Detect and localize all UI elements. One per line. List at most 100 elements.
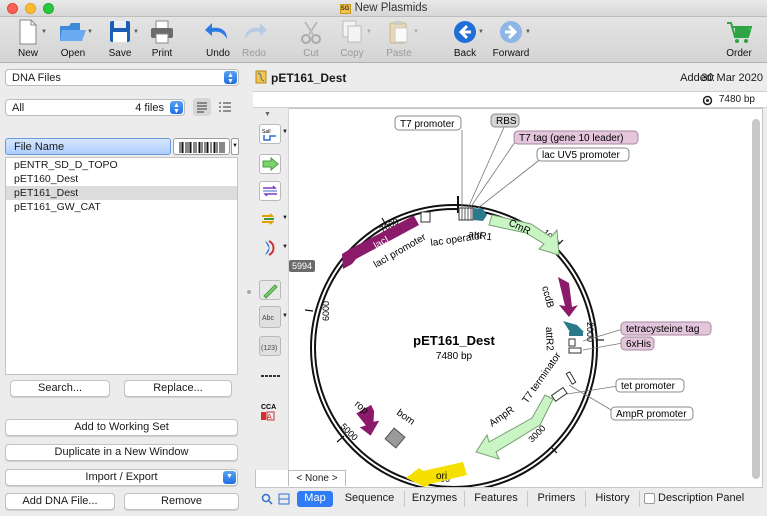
- cut-button[interactable]: Cut: [290, 19, 332, 59]
- sequence-length: 7480 bp: [718, 94, 755, 105]
- search-button[interactable]: Search...: [10, 380, 110, 397]
- new-caret-icon[interactable]: ▼: [41, 29, 47, 35]
- forward-caret-icon[interactable]: ▼: [525, 29, 531, 35]
- tab-history[interactable]: History: [586, 491, 640, 507]
- replace-button[interactable]: Replace...: [124, 380, 232, 397]
- add-to-working-set-button[interactable]: Add to Working Set: [5, 419, 238, 436]
- attr1-feature[interactable]: [473, 208, 487, 221]
- orf-tool-caret-icon[interactable]: ▼: [282, 215, 288, 221]
- ccdb-feature[interactable]: [558, 277, 578, 317]
- import-export-select[interactable]: Import / Export ▼: [5, 469, 238, 486]
- split-view-icon[interactable]: [278, 493, 290, 505]
- undo-arrow-icon: [205, 23, 227, 39]
- restriction-tool-caret-icon[interactable]: ▼: [282, 129, 288, 135]
- redo-button[interactable]: Redo: [233, 19, 275, 59]
- numbers-icon: (123): [261, 345, 277, 352]
- callout-ampr-promoter[interactable]: AmpR promoter: [610, 406, 694, 421]
- back-caret-icon[interactable]: ▼: [478, 29, 484, 35]
- tab-map[interactable]: Map: [297, 491, 333, 507]
- text-tool-caret-icon[interactable]: ▼: [282, 313, 288, 319]
- line-style-tool[interactable]: [260, 371, 282, 383]
- copy-button[interactable]: Copy: [331, 19, 373, 59]
- back-label: Back: [453, 48, 477, 59]
- callout-6xhis[interactable]: 6xHis: [620, 336, 655, 351]
- duplicate-window-button[interactable]: Duplicate in a New Window: [5, 444, 238, 461]
- paste-button[interactable]: Paste: [378, 19, 420, 59]
- tab-enzymes[interactable]: Enzymes: [405, 491, 465, 507]
- file-list-item[interactable]: pET161_GW_CAT: [6, 200, 237, 214]
- primer-tool[interactable]: [259, 181, 281, 201]
- file-list-item[interactable]: pET160_Dest: [6, 172, 237, 186]
- zoom-magnifier-icon[interactable]: [261, 493, 273, 505]
- redo-arrow-icon: [245, 23, 267, 39]
- origin-flag-label: 5994: [292, 261, 312, 271]
- filter-select[interactable]: All 4 files ▲ ▼: [5, 99, 185, 116]
- copy-caret-icon[interactable]: ▼: [366, 29, 372, 35]
- callout-tetracysteine-tag[interactable]: tetracysteine tag: [620, 321, 712, 336]
- save-caret-icon[interactable]: ▼: [133, 29, 139, 35]
- new-button[interactable]: New: [7, 19, 49, 59]
- callout-rbs[interactable]: RBS: [490, 113, 520, 128]
- feature-arrow-tool[interactable]: [259, 154, 281, 174]
- translate-tool[interactable]: CCA A: [259, 401, 283, 426]
- bom-feature[interactable]: [384, 427, 406, 449]
- map-canvas[interactable]: 1000 2000 3000 4000 5000 6000 7000 5994 …: [255, 108, 763, 488]
- order-button[interactable]: Order: [718, 19, 760, 59]
- remove-button[interactable]: Remove: [124, 493, 239, 510]
- tab-primers[interactable]: Primers: [528, 491, 586, 507]
- add-dna-file-button[interactable]: Add DNA File...: [5, 493, 115, 510]
- description-panel-checkbox[interactable]: [644, 493, 655, 504]
- callout-t7-promoter[interactable]: T7 promoter: [394, 115, 462, 131]
- svg-text:tetracysteine tag: tetracysteine tag: [626, 324, 699, 335]
- file-list-item-selected[interactable]: pET161_Dest: [6, 186, 237, 200]
- callout-lac-uv5-promoter[interactable]: lac UV5 promoter: [536, 147, 630, 162]
- view-tabs: Map Sequence Enzymes Features Primers Hi…: [253, 488, 767, 508]
- orf-tool[interactable]: [260, 211, 282, 232]
- palette-collapse-icon[interactable]: ▼: [264, 111, 271, 118]
- open-button[interactable]: Open: [52, 19, 94, 59]
- copy-icon: [342, 20, 362, 43]
- open-caret-icon[interactable]: ▼: [87, 29, 93, 35]
- splitter-handle[interactable]: [247, 290, 251, 294]
- sequence-preview-header[interactable]: [173, 138, 230, 155]
- collection-select-arrow-icon: ▲ ▼: [224, 71, 237, 85]
- vertical-scrollbar[interactable]: [752, 119, 760, 479]
- import-export-label: Import / Export: [85, 471, 158, 483]
- back-button[interactable]: Back: [444, 19, 486, 59]
- pencil-tool[interactable]: [259, 280, 281, 300]
- barcode-icon: [179, 142, 225, 153]
- list-view-button[interactable]: [193, 98, 211, 116]
- window-title-wrap: SG New Plasmids: [0, 2, 767, 14]
- primers-icon: [263, 185, 277, 197]
- detail-view-button[interactable]: [216, 98, 234, 116]
- column-options-caret-icon[interactable]: ▼: [231, 138, 239, 155]
- numbering-tool[interactable]: (123): [259, 336, 281, 356]
- back-arrow-icon: [454, 21, 476, 43]
- collection-select[interactable]: DNA Files ▲ ▼: [5, 69, 239, 86]
- callout-t7-tag[interactable]: T7 tag (gene 10 leader): [513, 130, 639, 145]
- tab-features[interactable]: Features: [465, 491, 528, 507]
- text-tool[interactable]: Abc: [259, 306, 281, 328]
- file-list-item[interactable]: pENTR_SD_D_TOPO: [6, 158, 237, 172]
- forward-button[interactable]: Forward: [490, 19, 532, 59]
- clipboard-icon: [389, 21, 408, 44]
- svg-text:tet promoter: tet promoter: [621, 381, 676, 392]
- print-button[interactable]: Print: [141, 19, 183, 59]
- dna-document-icon: [255, 70, 267, 84]
- attr2-feature[interactable]: [563, 321, 584, 332]
- restriction-sites-tool[interactable]: SalI: [259, 124, 281, 144]
- circular-topology-icon: [702, 95, 713, 106]
- enzyme-set-tab[interactable]: < None >: [288, 470, 346, 486]
- tet-promoter-box: [550, 386, 568, 402]
- callout-tet-promoter[interactable]: tet promoter: [615, 378, 685, 393]
- plasmid-map[interactable]: 1000 2000 3000 4000 5000 6000 7000 5994 …: [256, 109, 762, 487]
- paste-caret-icon[interactable]: ▼: [413, 29, 419, 35]
- direction-tool-caret-icon[interactable]: ▼: [282, 244, 288, 250]
- feature-direction-tool[interactable]: [260, 239, 282, 260]
- save-button[interactable]: Save: [99, 19, 141, 59]
- file-name-header-label: File Name: [14, 141, 65, 153]
- map-tool-palette: ▼ SalI ▼ ▼ ▼ Abc ▼ (123) CCA A: [255, 108, 289, 470]
- file-name-column-header[interactable]: File Name: [5, 138, 171, 155]
- tab-sequence[interactable]: Sequence: [335, 491, 405, 507]
- forward-label: Forward: [492, 48, 530, 59]
